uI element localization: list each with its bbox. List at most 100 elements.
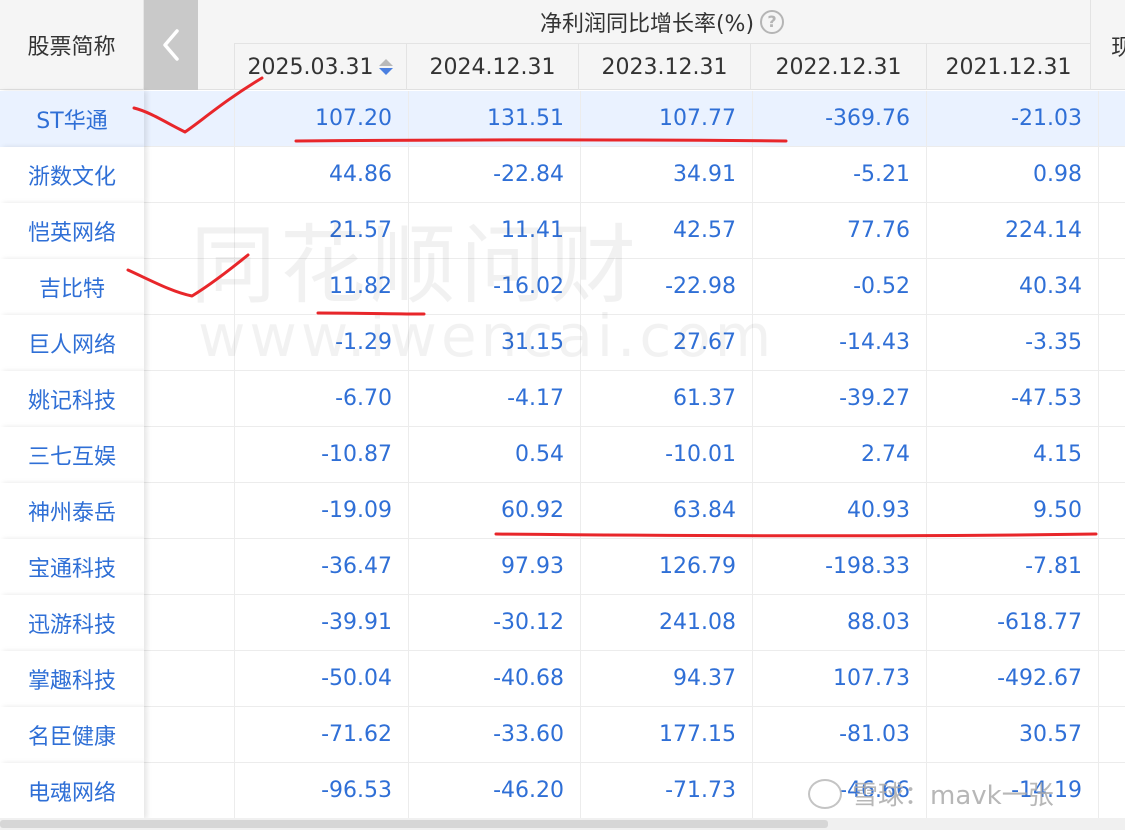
table-row[interactable]: 三七互娱 -10.87 0.54 -10.01 2.74 4.15 — [0, 427, 1125, 483]
cell-overflow — [1098, 763, 1125, 818]
column-header-next[interactable]: 现 — [1090, 0, 1125, 90]
column-header-date-2[interactable]: 2023.12.31 — [578, 44, 750, 90]
value-cell: -22.98 — [580, 259, 752, 315]
value-cell: 61.37 — [580, 371, 752, 427]
table-row[interactable]: 浙数文化 44.86 -22.84 34.91 -5.21 0.98 — [0, 147, 1125, 203]
table-row[interactable]: 巨人网络 -1.29 31.15 27.67 -14.43 -3.35 — [0, 315, 1125, 371]
value-cell: -71.73 — [580, 763, 752, 818]
column-group-net-profit-growth: 净利润同比增长率(%) ? — [234, 0, 1090, 44]
value-cell: -1.29 — [234, 315, 408, 371]
chevron-left-icon — [163, 29, 179, 61]
value-cell: 107.77 — [580, 91, 752, 147]
value-cell: 107.73 — [752, 651, 926, 707]
column-header-date-label: 2025.03.31 — [247, 54, 374, 80]
column-header-date-1[interactable]: 2024.12.31 — [406, 44, 578, 90]
cell-overflow — [1098, 91, 1125, 147]
table-row[interactable]: 姚记科技 -6.70 -4.17 61.37 -39.27 -47.53 — [0, 371, 1125, 427]
column-header-date-0[interactable]: 2025.03.31 — [234, 44, 406, 90]
stock-name-link[interactable]: 吉比特 — [0, 259, 144, 315]
value-cell: 4.15 — [926, 427, 1098, 483]
stock-name-link[interactable]: ST华通 — [0, 91, 144, 147]
stock-name-link[interactable]: 迅游科技 — [0, 595, 144, 651]
table-row[interactable]: 神州泰岳 -19.09 60.92 63.84 40.93 9.50 — [0, 483, 1125, 539]
value-cell: -10.87 — [234, 427, 408, 483]
value-cell: 21.57 — [234, 203, 408, 259]
value-cell: -369.76 — [752, 91, 926, 147]
column-header-date-4[interactable]: 2021.12.31 — [926, 44, 1090, 90]
scrollbar-thumb[interactable] — [0, 820, 828, 828]
value-cell: 34.91 — [580, 147, 752, 203]
stock-name-link[interactable]: 恺英网络 — [0, 203, 144, 259]
value-cell: -30.12 — [408, 595, 580, 651]
value-cell: 177.15 — [580, 707, 752, 763]
value-cell: 126.79 — [580, 539, 752, 595]
table-row[interactable]: 掌趣科技 -50.04 -40.68 94.37 107.73 -492.67 — [0, 651, 1125, 707]
value-cell: 40.93 — [752, 483, 926, 539]
value-cell: -39.91 — [234, 595, 408, 651]
stock-name-link[interactable]: 电魂网络 — [0, 763, 144, 818]
value-cell: 77.76 — [752, 203, 926, 259]
value-cell: 131.51 — [408, 91, 580, 147]
value-cell: 2.74 — [752, 427, 926, 483]
value-cell: 107.20 — [234, 91, 408, 147]
value-cell: -40.68 — [408, 651, 580, 707]
value-cell: -10.01 — [580, 427, 752, 483]
table-row[interactable]: 迅游科技 -39.91 -30.12 241.08 88.03 -618.77 — [0, 595, 1125, 651]
value-cell: 224.14 — [926, 203, 1098, 259]
value-cell: 44.86 — [234, 147, 408, 203]
column-header-date-label: 2021.12.31 — [945, 54, 1072, 80]
cell-overflow — [1098, 259, 1125, 315]
column-header-date-3[interactable]: 2022.12.31 — [750, 44, 926, 90]
horizontal-scrollbar[interactable] — [0, 818, 1125, 830]
value-cell: -492.67 — [926, 651, 1098, 707]
table-row[interactable]: ST华通 107.20 131.51 107.77 -369.76 -21.03 — [0, 91, 1125, 147]
value-cell: 0.54 — [408, 427, 580, 483]
value-cell: 30.57 — [926, 707, 1098, 763]
stock-name-link[interactable]: 神州泰岳 — [0, 483, 144, 539]
table-row[interactable]: 名臣健康 -71.62 -33.60 177.15 -81.03 30.57 — [0, 707, 1125, 763]
cell-overflow — [1098, 315, 1125, 371]
value-cell: -39.27 — [752, 371, 926, 427]
stock-name-link[interactable]: 巨人网络 — [0, 315, 144, 371]
value-cell: 42.57 — [580, 203, 752, 259]
value-cell: 27.67 — [580, 315, 752, 371]
value-cell: 241.08 — [580, 595, 752, 651]
value-cell: -5.21 — [752, 147, 926, 203]
help-icon[interactable]: ? — [760, 9, 785, 34]
xueqiu-logo-icon — [808, 778, 842, 809]
value-cell: 88.03 — [752, 595, 926, 651]
cell-overflow — [1098, 707, 1125, 763]
value-cell: -36.47 — [234, 539, 408, 595]
value-cell: -198.33 — [752, 539, 926, 595]
cell-overflow — [1098, 427, 1125, 483]
value-cell: 31.15 — [408, 315, 580, 371]
value-cell: 40.34 — [926, 259, 1098, 315]
table-row[interactable]: 恺英网络 21.57 11.41 42.57 77.76 224.14 — [0, 203, 1125, 259]
value-cell: 0.98 — [926, 147, 1098, 203]
value-cell: -33.60 — [408, 707, 580, 763]
column-group-title: 净利润同比增长率(%) — [539, 11, 755, 37]
header-metrics: 净利润同比增长率(%) ? 现 2025.03.31 2024.12.31 20… — [198, 0, 1125, 90]
xueqiu-watermark: 雪球：mavk一张 — [808, 775, 1054, 812]
value-cell: -81.03 — [752, 707, 926, 763]
value-cell: 60.92 — [408, 483, 580, 539]
value-cell: 11.41 — [408, 203, 580, 259]
stock-name-link[interactable]: 浙数文化 — [0, 147, 144, 203]
value-cell: -4.17 — [408, 371, 580, 427]
sort-icon[interactable] — [379, 59, 394, 75]
table-row[interactable]: 宝通科技 -36.47 97.93 126.79 -198.33 -7.81 — [0, 539, 1125, 595]
stock-name-link[interactable]: 三七互娱 — [0, 427, 144, 483]
stock-name-link[interactable]: 掌趣科技 — [0, 651, 144, 707]
collapse-column-button[interactable] — [144, 0, 198, 90]
value-cell: -618.77 — [926, 595, 1098, 651]
value-cell: -19.09 — [234, 483, 408, 539]
stock-name-link[interactable]: 姚记科技 — [0, 371, 144, 427]
stock-name-link[interactable]: 名臣健康 — [0, 707, 144, 763]
cell-overflow — [1098, 651, 1125, 707]
table-row[interactable]: 吉比特 11.82 -16.02 -22.98 -0.52 40.34 — [0, 259, 1125, 315]
value-cell: -96.53 — [234, 763, 408, 818]
stock-name-link[interactable]: 宝通科技 — [0, 539, 144, 595]
column-header-stock-name[interactable]: 股票简称 — [0, 0, 144, 90]
data-table: 股票简称 净利润同比增长率(%) ? 现 2025.03.31 2024.12.… — [0, 0, 1125, 818]
value-cell: -16.02 — [408, 259, 580, 315]
